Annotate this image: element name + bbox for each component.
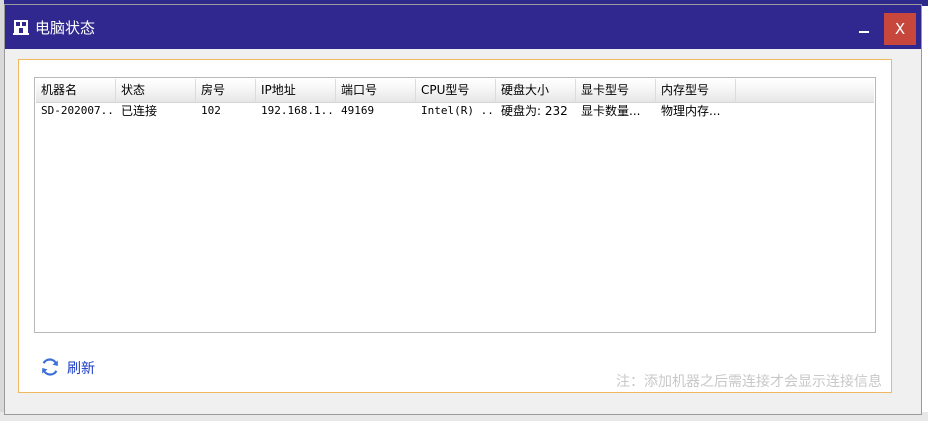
- cell-gpu: 显卡数量...: [581, 104, 641, 118]
- cell-port: 49169: [341, 104, 375, 117]
- close-button[interactable]: X: [884, 13, 916, 45]
- computer-list[interactable]: 机器名 状态 房号 IP地址 端口号 CPU型号 硬盘大小 显卡型号 内存型号 …: [34, 77, 876, 333]
- cell-cpu: Intel(R) ...: [421, 104, 496, 117]
- column-header-status[interactable]: 状态: [116, 79, 196, 102]
- refresh-button[interactable]: 刷新: [67, 358, 95, 378]
- column-header-ip[interactable]: IP地址: [256, 79, 336, 102]
- cell-memory: 物理内存...: [661, 104, 721, 118]
- minimize-button[interactable]: [851, 17, 877, 43]
- column-header-gpu[interactable]: 显卡型号: [576, 79, 656, 102]
- column-header-memory[interactable]: 内存型号: [656, 79, 736, 102]
- cell-ip: 192.168.1...: [261, 104, 336, 117]
- cell-status: 已连接: [121, 104, 158, 118]
- window-title: 电脑状态: [35, 19, 96, 37]
- minimize-icon: [859, 31, 869, 33]
- computer-status-dialog: 电脑状态 X 机器名 状态 房号 IP地址 端口号 CPU型号 硬盘大小 显卡型…: [4, 4, 922, 415]
- column-header-disk[interactable]: 硬盘大小: [496, 79, 576, 102]
- column-header-room[interactable]: 房号: [196, 79, 256, 102]
- computer-icon: [13, 20, 29, 35]
- column-header-port[interactable]: 端口号: [336, 79, 416, 102]
- refresh-icon[interactable]: [40, 357, 60, 377]
- cell-machine-name: SD-202007...: [41, 104, 116, 117]
- table-row[interactable]: SD-202007... 已连接 102 192.168.1... 49169 …: [36, 102, 874, 120]
- column-header-cpu[interactable]: CPU型号: [416, 79, 496, 102]
- cell-disk: 硬盘为: 232: [501, 104, 568, 118]
- title-bar[interactable]: 电脑状态 X: [5, 5, 921, 49]
- content-panel: 机器名 状态 房号 IP地址 端口号 CPU型号 硬盘大小 显卡型号 内存型号 …: [18, 59, 892, 393]
- hint-note: 注：添加机器之后需连接才会显示连接信息: [616, 374, 882, 390]
- cell-room: 102: [201, 104, 221, 117]
- list-header: 机器名 状态 房号 IP地址 端口号 CPU型号 硬盘大小 显卡型号 内存型号: [36, 79, 874, 103]
- column-header-machine-name[interactable]: 机器名: [36, 79, 116, 102]
